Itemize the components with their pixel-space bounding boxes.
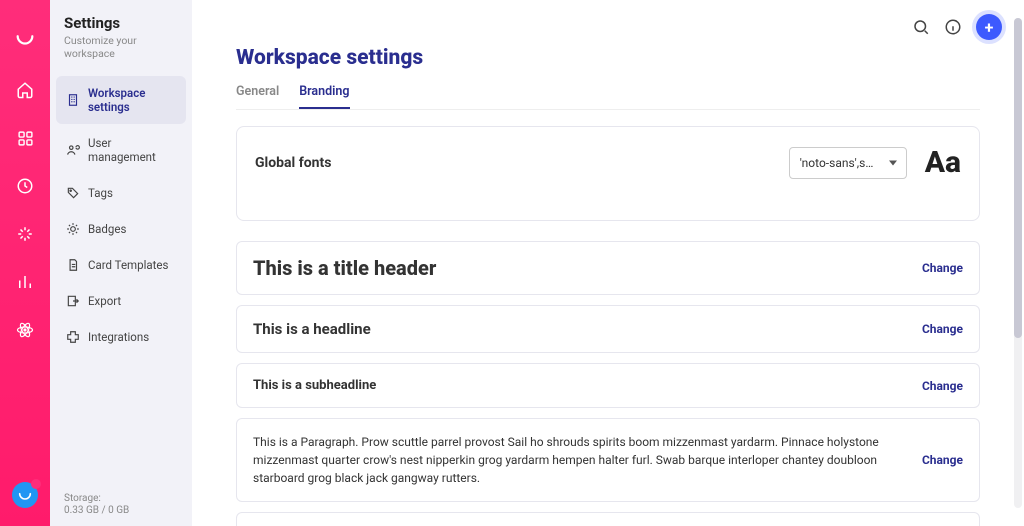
- scrollbar[interactable]: [1014, 18, 1022, 508]
- sidebar-item-label: Workspace settings: [88, 86, 176, 114]
- sample-code: This is a piece of code Change: [236, 512, 980, 526]
- grid-icon[interactable]: [7, 120, 43, 156]
- assistant-bubble-icon[interactable]: [12, 482, 38, 508]
- add-button[interactable]: +: [976, 14, 1002, 40]
- plus-icon: +: [985, 18, 994, 37]
- font-samples: This is a title header Change This is a …: [236, 241, 980, 526]
- sidebar-item-badges[interactable]: Badges: [56, 212, 186, 246]
- font-preview: Aa: [925, 145, 961, 180]
- sidebar-item-integrations[interactable]: Integrations: [56, 320, 186, 354]
- sample-headline-text: This is a headline: [253, 320, 906, 338]
- sidebar-item-label: Tags: [88, 186, 113, 200]
- tab-branding[interactable]: Branding: [299, 84, 349, 109]
- storage-footer: Storage: 0.33 GB / 0 GB: [50, 493, 192, 516]
- sidebar-item-label: Export: [88, 294, 121, 308]
- sample-paragraph: This is a Paragraph. Prow scuttle parrel…: [236, 418, 980, 502]
- puzzle-icon: [66, 330, 80, 344]
- global-fonts-card: Global fonts 'noto-sans',san... Aa: [236, 126, 980, 221]
- scrollbar-thumb[interactable]: [1014, 18, 1022, 338]
- top-right-actions: +: [912, 14, 1002, 40]
- sample-subheadline: This is a subheadline Change: [236, 363, 980, 408]
- badge-icon: [66, 222, 80, 236]
- logo-icon[interactable]: [7, 20, 43, 56]
- storage-label: Storage:: [64, 493, 178, 504]
- global-fonts-label: Global fonts: [255, 155, 331, 171]
- info-icon[interactable]: [944, 18, 962, 36]
- page-title: Workspace settings: [236, 46, 980, 70]
- sidebar-title: Settings: [64, 14, 178, 32]
- change-title-button[interactable]: Change: [922, 261, 963, 275]
- tag-icon: [66, 186, 80, 200]
- tab-general[interactable]: General: [236, 84, 279, 109]
- change-subhead-button[interactable]: Change: [922, 379, 963, 393]
- export-icon: [66, 294, 80, 308]
- atom-icon[interactable]: [7, 312, 43, 348]
- sample-headline: This is a headline Change: [236, 305, 980, 353]
- sample-para-text: This is a Paragraph. Prow scuttle parrel…: [253, 433, 906, 487]
- home-icon[interactable]: [7, 72, 43, 108]
- change-para-button[interactable]: Change: [922, 453, 963, 467]
- sample-title: This is a title header Change: [236, 241, 980, 295]
- storage-value: 0.33 GB / 0 GB: [64, 505, 178, 516]
- font-select[interactable]: 'noto-sans',san...: [789, 147, 907, 179]
- sample-subhead-text: This is a subheadline: [253, 378, 906, 393]
- sidebar-item-workspace-settings[interactable]: Workspace settings: [56, 76, 186, 124]
- sidebar-item-label: Integrations: [88, 330, 149, 344]
- sidebar-item-label: User management: [88, 136, 176, 164]
- sparkle-icon[interactable]: [7, 216, 43, 252]
- sidebar-item-label: Card Templates: [88, 258, 168, 272]
- sample-title-text: This is a title header: [253, 256, 906, 280]
- tabs: General Branding: [236, 84, 980, 110]
- settings-sidebar: Settings Customize your workspace Worksp…: [50, 0, 192, 526]
- document-icon: [66, 258, 80, 272]
- search-icon[interactable]: [912, 18, 930, 36]
- sidebar-item-label: Badges: [88, 222, 126, 236]
- building-icon: [66, 93, 80, 107]
- sidebar-subtitle: Customize your workspace: [64, 34, 178, 60]
- change-headline-button[interactable]: Change: [922, 322, 963, 336]
- main-content: + Workspace settings General Branding Gl…: [192, 0, 1024, 526]
- clock-icon[interactable]: [7, 168, 43, 204]
- left-rail: [0, 0, 50, 526]
- users-icon: [66, 143, 80, 157]
- sidebar-item-tags[interactable]: Tags: [56, 176, 186, 210]
- sidebar-item-export[interactable]: Export: [56, 284, 186, 318]
- sidebar-item-user-management[interactable]: User management: [56, 126, 186, 174]
- bars-icon[interactable]: [7, 264, 43, 300]
- sidebar-item-card-templates[interactable]: Card Templates: [56, 248, 186, 282]
